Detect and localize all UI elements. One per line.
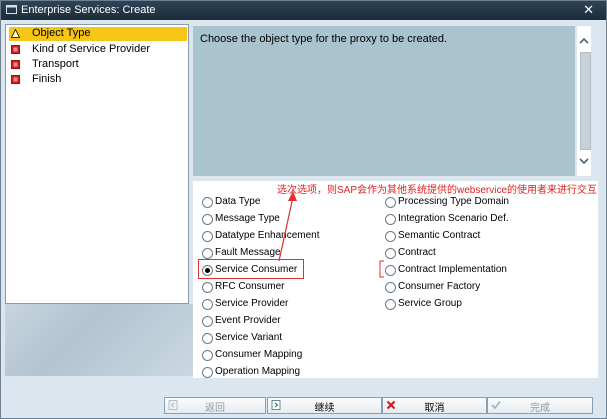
option-label: Data Type [215, 196, 261, 207]
radio-button[interactable] [385, 197, 396, 208]
description-panel: Choose the object type for the proxy to … [193, 26, 575, 176]
option-label: Processing Type Domain [398, 196, 509, 207]
description-text: Choose the object type for the proxy to … [200, 33, 448, 45]
chevron-up-icon[interactable] [579, 36, 589, 46]
cancel-button[interactable]: 取消 [382, 397, 487, 414]
radio-button[interactable] [385, 231, 396, 242]
option-label: Datatype Enhancement [215, 230, 320, 241]
radio-button[interactable] [385, 248, 396, 259]
radio-button[interactable] [202, 333, 213, 344]
radio-button[interactable] [202, 197, 213, 208]
warning-triangle-icon [11, 29, 20, 38]
finish-button-label: 完成 [530, 403, 550, 414]
annotation-bracket [379, 260, 384, 278]
step-label: Finish [32, 73, 62, 85]
option-label: Consumer Factory [398, 281, 481, 292]
radio-button[interactable] [202, 214, 213, 225]
window-title: Enterprise Services: Create [21, 4, 156, 16]
annotation-text: 选次选项，则SAP会作为其他系统提供的webservice的使用者来进行交互 [277, 185, 598, 196]
radio-button[interactable] [385, 265, 396, 276]
step-label: Object Type [32, 27, 91, 39]
step-object-type[interactable]: Object Type [9, 27, 187, 41]
option-label: Service Provider [215, 298, 289, 309]
close-button[interactable]: ✕ [583, 2, 594, 18]
option-label: Event Provider [215, 315, 281, 326]
scrollbar-thumb[interactable] [580, 52, 591, 150]
continue-button-label: 继续 [314, 403, 335, 414]
radio-button[interactable] [385, 299, 396, 310]
radio-button[interactable] [202, 299, 213, 310]
option-label: RFC Consumer [215, 281, 285, 292]
radio-button[interactable] [202, 350, 213, 361]
option-label: Service Group [398, 298, 462, 309]
radio-button[interactable] [385, 214, 396, 225]
red-flag-icon [11, 75, 20, 84]
option-label: Consumer Mapping [215, 349, 303, 360]
back-button-label: 返回 [205, 403, 225, 414]
finish-button[interactable]: 完成 [487, 397, 593, 414]
window-icon [6, 5, 17, 14]
option-label: Service Variant [215, 332, 283, 343]
option-label: Semantic Contract [398, 230, 481, 241]
option-label: Integration Scenario Def. [398, 213, 509, 224]
dialog-window: Enterprise Services: Create ✕ Object Typ… [0, 0, 607, 419]
decorative-background [5, 304, 193, 376]
step-label: Kind of Service Provider [32, 43, 150, 55]
radio-button[interactable] [385, 282, 396, 293]
back-button[interactable]: 返回 [164, 397, 266, 414]
cancel-button-label: 取消 [424, 403, 445, 414]
radio-button[interactable] [202, 316, 213, 327]
radio-button[interactable] [202, 231, 213, 242]
red-flag-icon [11, 60, 20, 69]
title-bar: Enterprise Services: Create ✕ [1, 1, 606, 20]
steps-panel: Object Type Kind of Service Provider Tra… [5, 24, 189, 304]
option-label: Operation Mapping [215, 366, 301, 377]
step-label: Transport [32, 58, 79, 70]
continue-button[interactable]: 继续 [267, 397, 382, 414]
radio-button[interactable] [202, 367, 213, 378]
option-label: Contract Implementation [398, 264, 507, 275]
radio-button[interactable] [202, 248, 213, 259]
radio-button[interactable] [202, 282, 213, 293]
option-label: Contract [398, 247, 436, 258]
annotation-arrow [278, 191, 297, 262]
chevron-down-icon[interactable] [579, 156, 589, 166]
description-scrollbar[interactable] [577, 26, 591, 176]
red-flag-icon [11, 45, 20, 54]
